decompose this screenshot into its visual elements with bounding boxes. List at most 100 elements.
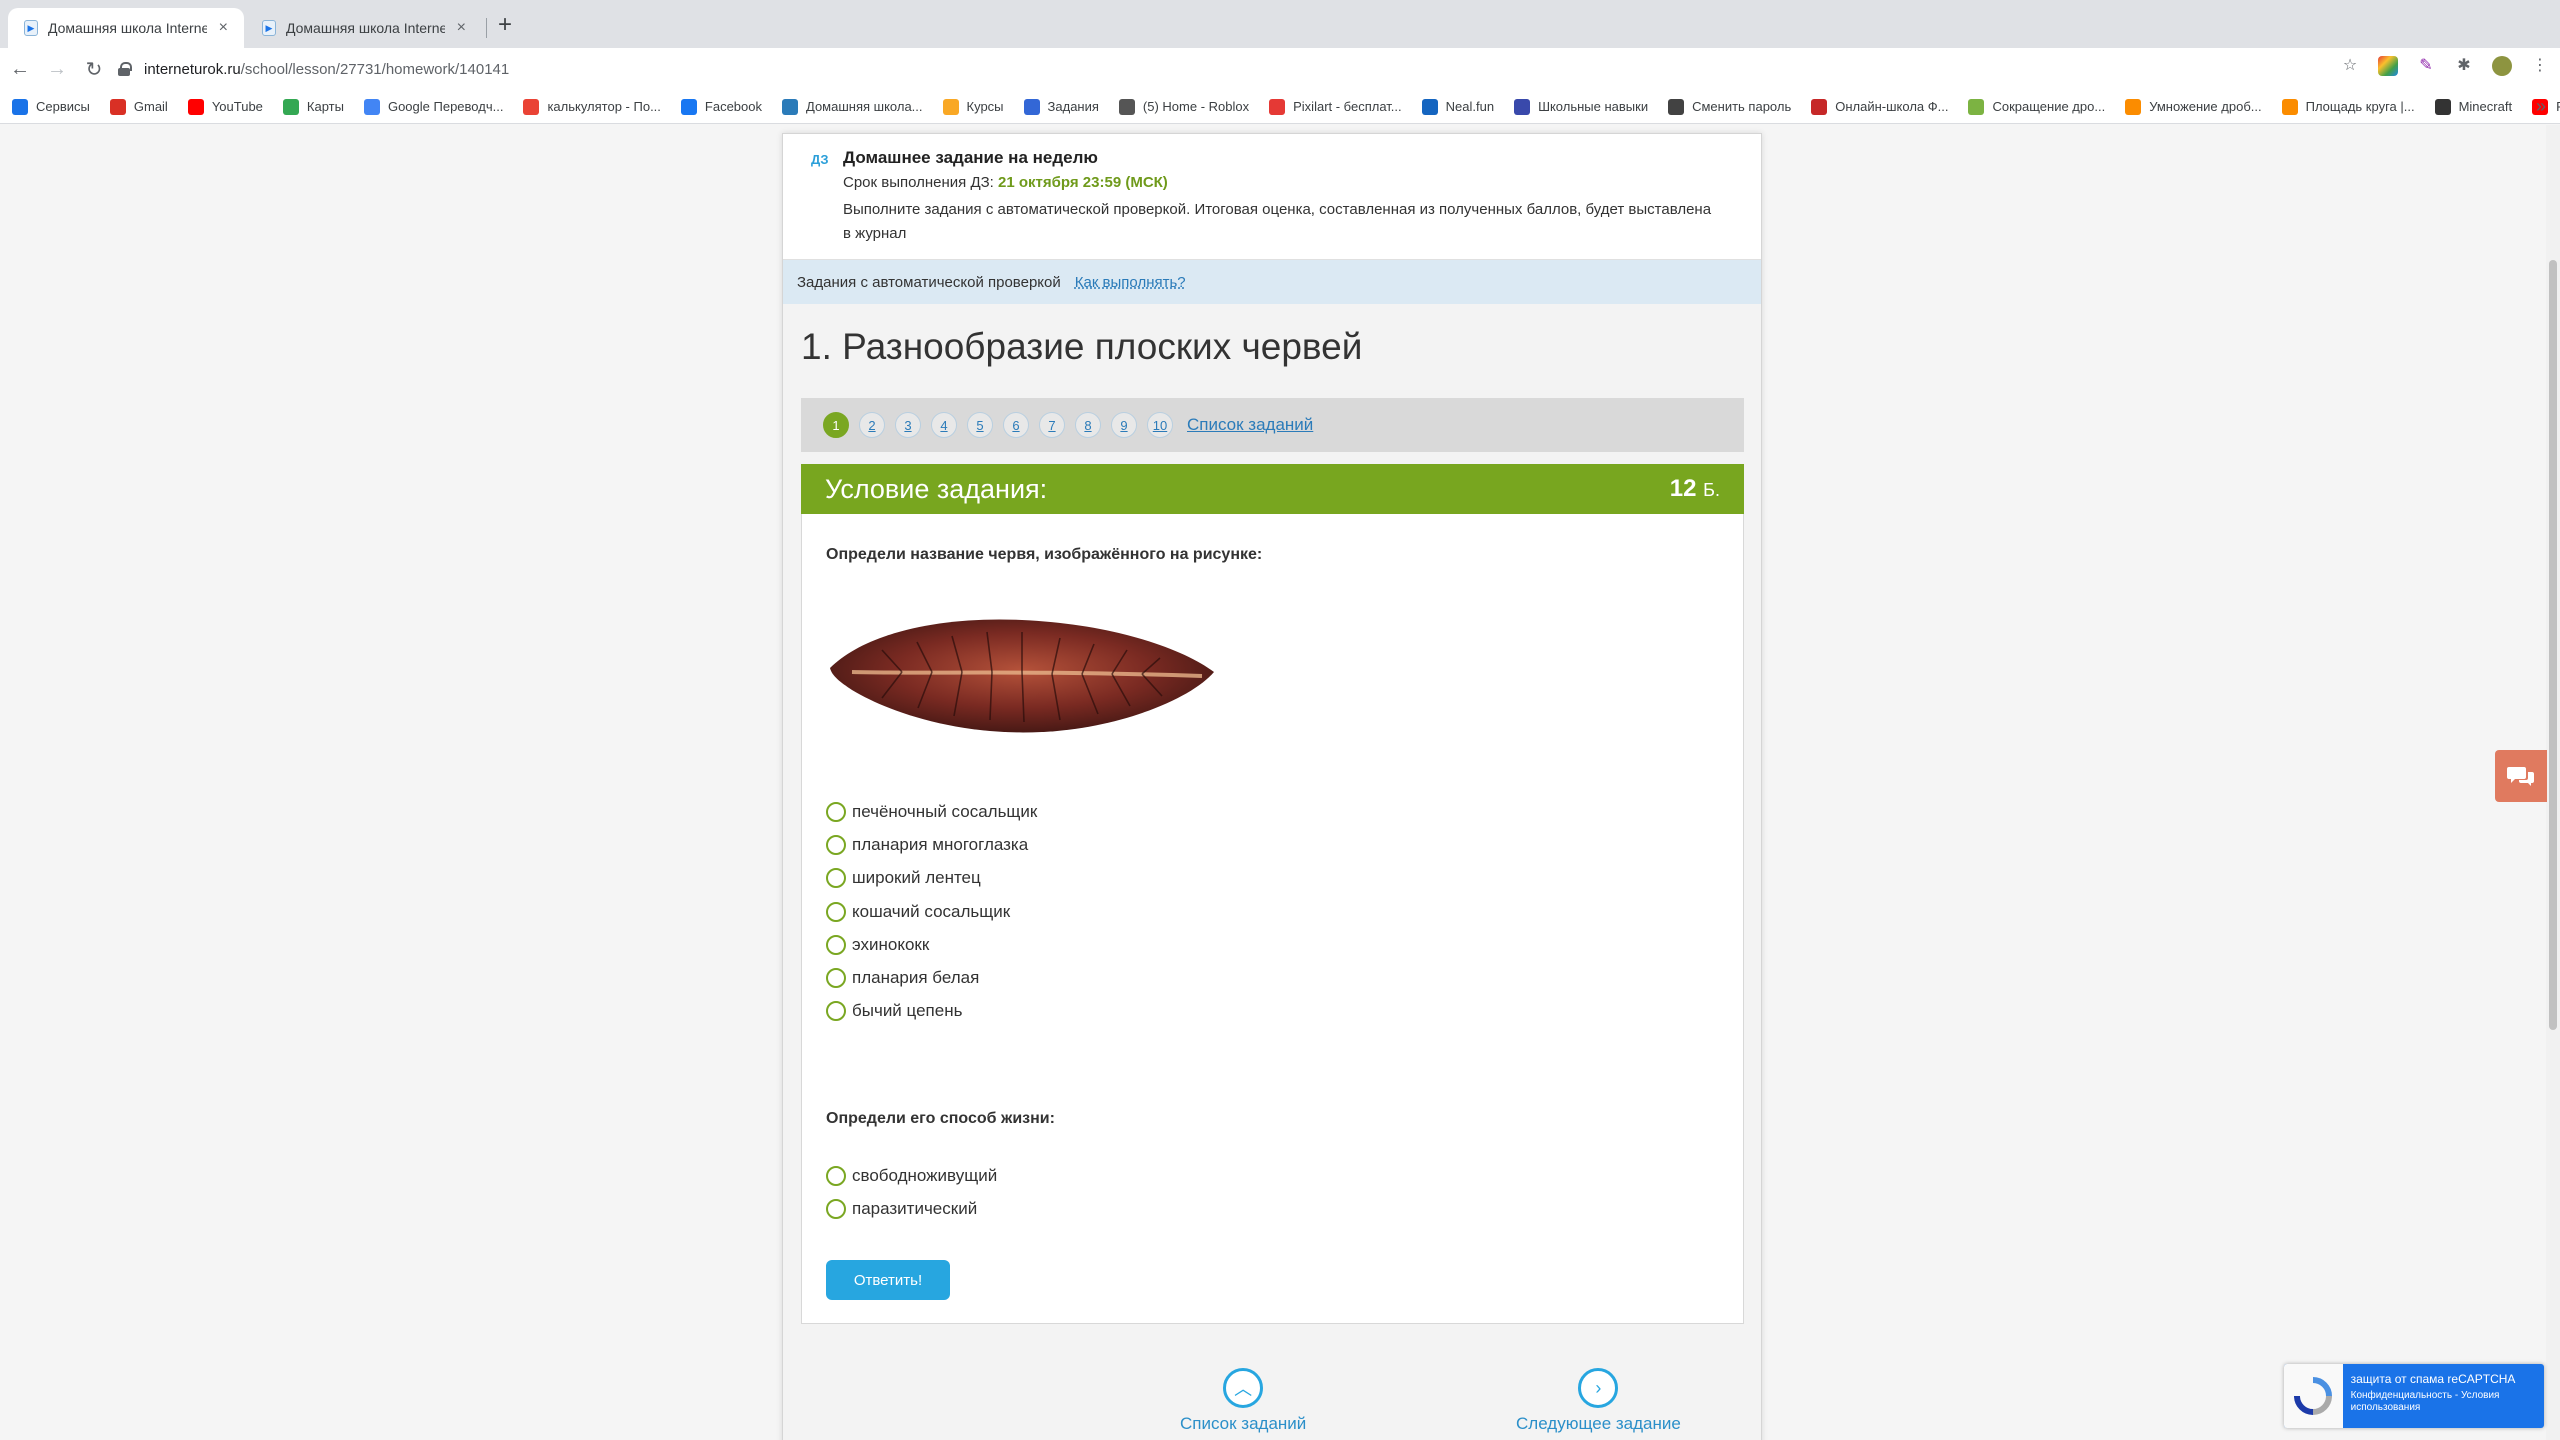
profile-avatar[interactable] bbox=[2492, 56, 2512, 76]
task-page-4[interactable]: 4 bbox=[931, 412, 957, 438]
chevron-right-icon[interactable]: › bbox=[1578, 1368, 1619, 1408]
worm-name-option[interactable]: эхинококк bbox=[826, 934, 929, 955]
bookmark-item[interactable]: Школьные навыки bbox=[1514, 98, 1649, 115]
bookmark-item[interactable]: Pixilart - бесплат... bbox=[1269, 98, 1402, 115]
bookmark-item[interactable]: Gmail bbox=[109, 98, 168, 115]
radio-button[interactable] bbox=[826, 835, 846, 856]
worm-name-option[interactable]: широкий лентец bbox=[826, 868, 981, 889]
radio-button[interactable] bbox=[826, 868, 846, 889]
task-list-nav[interactable]: ︿ Список заданий bbox=[1180, 1368, 1306, 1434]
browser-tab[interactable]: ▶ Домашняя школа InternetUrok × bbox=[246, 8, 482, 48]
roblox-icon bbox=[1118, 98, 1135, 115]
lifestyle-option[interactable]: свободноживущий bbox=[826, 1166, 997, 1186]
circle-orange-icon bbox=[2281, 98, 2298, 115]
task-page-10[interactable]: 10 bbox=[1147, 412, 1173, 438]
task-page-1[interactable]: 1 bbox=[823, 412, 849, 438]
new-tab-plus-icon[interactable]: + bbox=[498, 11, 512, 39]
puzzle-extensions-icon[interactable]: ✱ bbox=[2454, 56, 2474, 76]
worm-name-option[interactable]: планария белая bbox=[826, 968, 979, 988]
answer-button[interactable]: Ответить! bbox=[826, 1260, 950, 1300]
radio-button[interactable] bbox=[826, 1166, 846, 1186]
back-arrow-icon[interactable]: ← bbox=[3, 58, 37, 81]
task-page-6[interactable]: 6 bbox=[1003, 412, 1029, 438]
radio-button[interactable] bbox=[826, 1199, 846, 1219]
url-path: /school/lesson/27731/homework/140141 bbox=[240, 60, 510, 78]
neal-icon bbox=[1421, 98, 1438, 115]
address-bar[interactable]: interneturok.ru/school/lesson/27731/home… bbox=[108, 52, 2358, 86]
radio-button[interactable] bbox=[826, 934, 846, 955]
bookmark-label: Школьные навыки bbox=[1538, 99, 1649, 114]
bookmark-item[interactable]: Facebook bbox=[680, 98, 762, 115]
bookmark-item[interactable]: Курсы bbox=[942, 98, 1004, 115]
worm-name-option[interactable]: бычий цепень bbox=[826, 1001, 962, 1022]
bookmark-item[interactable]: Neal.fun bbox=[1421, 98, 1494, 115]
how-to-link[interactable]: Как выполнять? bbox=[1075, 274, 1186, 291]
radio-button[interactable] bbox=[826, 802, 846, 822]
bookmark-item[interactable]: калькулятор - По... bbox=[523, 98, 661, 115]
close-icon[interactable]: × bbox=[457, 19, 466, 37]
bookmark-item[interactable]: Онлайн-школа Ф... bbox=[1811, 98, 1948, 115]
radio-button[interactable] bbox=[826, 968, 846, 988]
worm-name-option[interactable]: кошачий сосальщик bbox=[826, 901, 1010, 922]
bookmark-label: Задания bbox=[1047, 99, 1099, 114]
worm-name-option[interactable]: планария многоглазка bbox=[826, 835, 1028, 856]
page-scrollbar[interactable] bbox=[2546, 125, 2560, 1440]
interneturok-favicon-icon: ▶ bbox=[262, 20, 276, 36]
bookmark-item[interactable]: Карты bbox=[282, 98, 344, 115]
star-bookmark-icon[interactable]: ☆ bbox=[2340, 56, 2360, 76]
bookmark-item[interactable]: Google Переводч... bbox=[363, 98, 503, 115]
bookmark-label: Сокращение дро... bbox=[1992, 99, 2106, 114]
maps-pin-icon bbox=[282, 98, 299, 115]
bookmark-label: Курсы bbox=[966, 99, 1004, 114]
task-points: 12 Б. bbox=[1670, 475, 1720, 503]
recaptcha-logo-icon bbox=[2284, 1364, 2343, 1428]
close-icon[interactable]: × bbox=[219, 19, 228, 37]
bookmarks-overflow-icon[interactable]: » bbox=[2536, 96, 2546, 117]
kebab-menu-icon[interactable]: ⋮ bbox=[2530, 56, 2550, 76]
task-list-label[interactable]: Список заданий bbox=[1180, 1414, 1306, 1434]
lifestyle-option[interactable]: паразитический bbox=[826, 1199, 977, 1219]
bookmark-item[interactable]: (5) Home - Roblox bbox=[1118, 98, 1249, 115]
bookmark-item[interactable]: Сервисы bbox=[12, 98, 90, 115]
next-task-label[interactable]: Следующее задание bbox=[1516, 1414, 1681, 1434]
homework-card: ДЗ Домашнее задание на неделю Срок выпол… bbox=[782, 133, 1762, 1440]
task-page-8[interactable]: 8 bbox=[1075, 412, 1101, 438]
bookmark-item[interactable]: Сменить пароль bbox=[1668, 98, 1791, 115]
homework-header: ДЗ Домашнее задание на неделю Срок выпол… bbox=[783, 134, 1761, 260]
recaptcha-badge[interactable]: защита от спама reCAPTCHA Конфиденциальн… bbox=[2284, 1364, 2544, 1428]
task-page-5[interactable]: 5 bbox=[967, 412, 993, 438]
question-name: Определи название червя, изображённого н… bbox=[826, 546, 1263, 563]
forward-arrow-icon[interactable]: → bbox=[40, 58, 74, 81]
points-value: 12 bbox=[1669, 475, 1697, 502]
minecraft-icon bbox=[2434, 98, 2451, 115]
radio-button[interactable] bbox=[826, 901, 846, 922]
extension-palette-icon[interactable] bbox=[2378, 56, 2398, 76]
task-page-2[interactable]: 2 bbox=[859, 412, 885, 438]
bookmark-item[interactable]: Умножение дроб... bbox=[2125, 98, 2262, 115]
bookmark-item[interactable]: Сокращение дро... bbox=[1968, 98, 2106, 115]
radio-button[interactable] bbox=[826, 1001, 846, 1022]
chat-widget-button[interactable] bbox=[2495, 750, 2547, 802]
task-page-7[interactable]: 7 bbox=[1039, 412, 1065, 438]
chevron-up-icon[interactable]: ︿ bbox=[1223, 1368, 1264, 1408]
task-page-3[interactable]: 3 bbox=[895, 412, 921, 438]
extension-pen-icon[interactable]: ✎ bbox=[2416, 56, 2436, 76]
next-task-nav[interactable]: › Следующее задание bbox=[1516, 1368, 1681, 1434]
bookmark-item[interactable]: Площадь круга |... bbox=[2281, 98, 2415, 115]
task-list-link[interactable]: Список заданий bbox=[1187, 415, 1313, 435]
reload-icon[interactable]: ↻ bbox=[77, 57, 111, 82]
task-page-9[interactable]: 9 bbox=[1111, 412, 1137, 438]
auto-check-bar: Задания с автоматической проверкой Как в… bbox=[783, 260, 1761, 304]
deadline-label: Срок выполнения ДЗ: bbox=[843, 174, 994, 191]
bookmark-item[interactable]: Задания bbox=[1023, 98, 1099, 115]
bookmark-item[interactable]: Домашняя школа... bbox=[782, 98, 923, 115]
scrollbar-thumb[interactable] bbox=[2549, 260, 2557, 1030]
recaptcha-links[interactable]: Конфиденциальность - Условия использован… bbox=[2351, 1390, 2536, 1414]
task-condition-title: Условие задания: bbox=[825, 473, 1048, 504]
bookmark-item[interactable]: Minecraft bbox=[2434, 98, 2512, 115]
worm-name-option[interactable]: печёночный сосальщик bbox=[826, 802, 1037, 822]
bookmark-item[interactable]: YouTube bbox=[187, 98, 263, 115]
tab-title: Домашняя школа InternetUrok bbox=[286, 20, 445, 36]
lock-icon bbox=[118, 62, 132, 76]
browser-tab-active[interactable]: ▶ Домашняя школа InternetUrok × bbox=[8, 8, 244, 48]
